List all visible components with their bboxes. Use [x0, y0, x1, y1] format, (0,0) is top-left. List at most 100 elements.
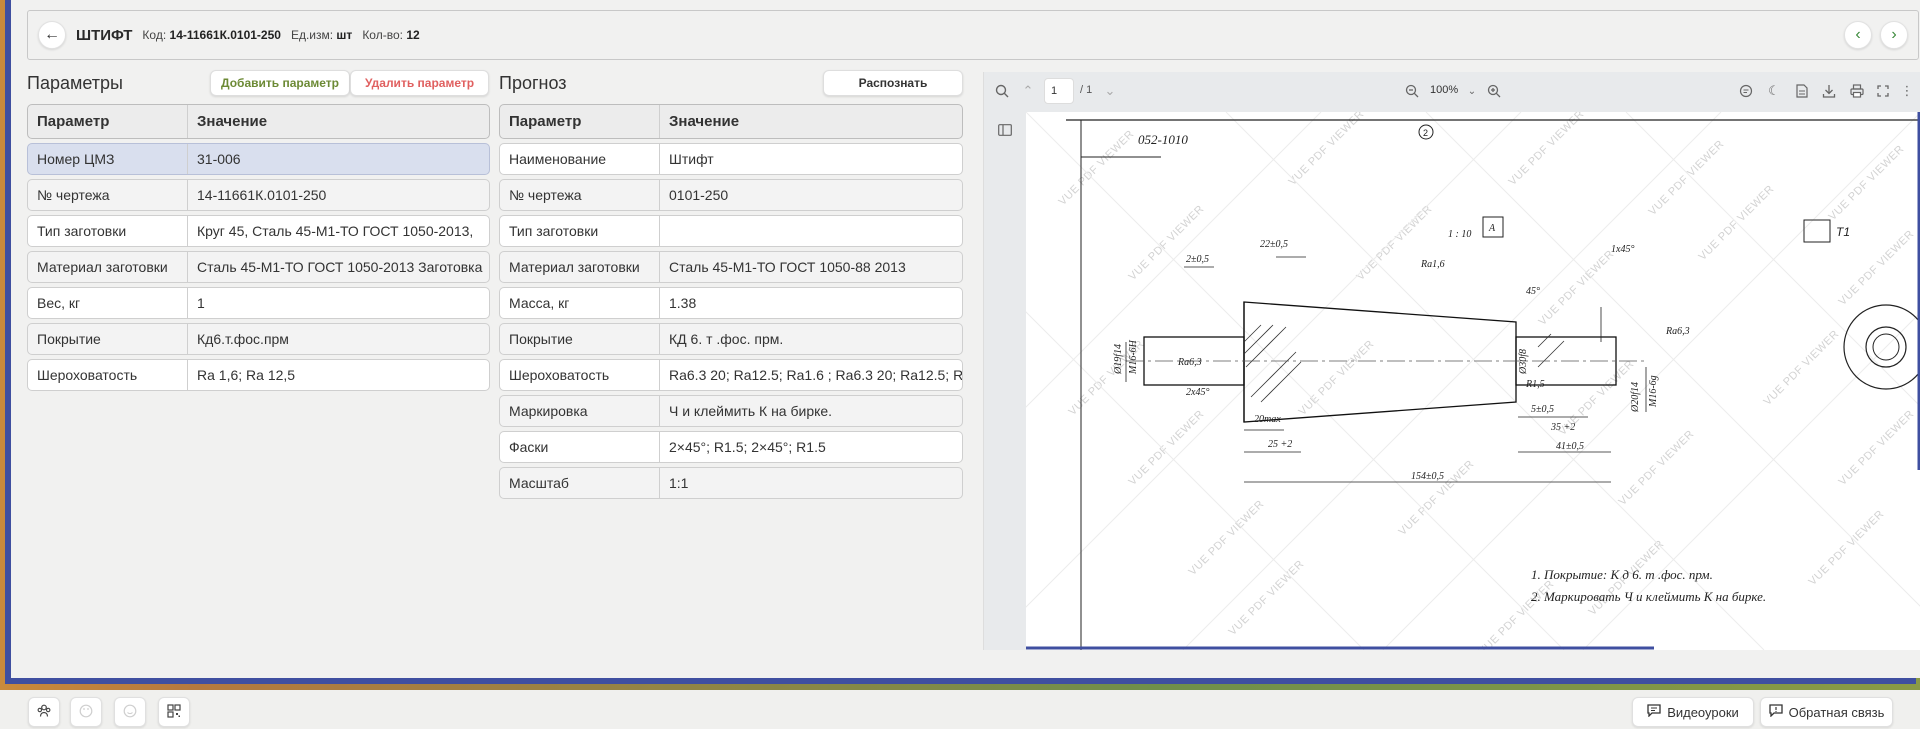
table-row[interactable]: Фаски 2×45°; R1.5; 2×45°; R1.5: [499, 431, 963, 463]
qr-button[interactable]: [158, 697, 190, 727]
download-icon[interactable]: [1819, 81, 1839, 101]
table-row[interactable]: Материал заготовки Сталь 45-М1-ТО ГОСТ 1…: [499, 251, 963, 283]
forecast-title: Прогноз: [499, 73, 567, 93]
col-value-header: Значение: [197, 113, 268, 130]
svg-text:25 +2: 25 +2: [1268, 439, 1292, 450]
page-total: / 1: [1080, 84, 1093, 96]
item-unit: Ед.изм: шт: [290, 28, 353, 42]
svg-text:Ø30f8: Ø30f8: [1518, 349, 1529, 375]
drawing-note-2: 2. Маркировать Ч и клеймить К на бирке.: [1531, 589, 1766, 604]
svg-text:1 : 10: 1 : 10: [1448, 229, 1471, 240]
drawing-circle-num: 2: [1423, 128, 1428, 138]
video-tutorials-button[interactable]: Видеоуроки: [1632, 697, 1754, 727]
col-param-header: Параметр: [28, 105, 188, 138]
drawing-stamp: 052-1010: [1138, 132, 1188, 147]
svg-text:5±0,5: 5±0,5: [1531, 404, 1554, 415]
feedback-icon: [1768, 704, 1783, 720]
arrow-left-icon: ←: [44, 26, 60, 43]
table-row[interactable]: Покрытие Кд6.т.фос.прм: [27, 323, 490, 355]
next-item-button[interactable]: ›: [1880, 21, 1908, 49]
chevron-right-icon: ›: [1891, 26, 1897, 43]
svg-text:M16-6g: M16-6g: [1648, 375, 1659, 408]
remove-param-button[interactable]: Удалить параметр: [350, 70, 489, 96]
chevron-down-icon[interactable]: ⌄: [1100, 81, 1120, 101]
table-row[interactable]: Шероховатость Ra6.3 20; Ra12.5; Ra1.6 ; …: [499, 359, 963, 391]
svg-text:20max: 20max: [1254, 414, 1281, 425]
palette-button[interactable]: [70, 697, 102, 727]
col-param-header: Параметр: [500, 105, 660, 138]
back-button[interactable]: ←: [38, 21, 66, 49]
emoji-button[interactable]: [114, 697, 146, 727]
svg-text:Ra1,6: Ra1,6: [1420, 259, 1445, 270]
moon-icon[interactable]: ☾: [1764, 81, 1784, 101]
users-icon: [37, 704, 51, 720]
palette-icon: [79, 704, 93, 721]
svg-text:22±0,5: 22±0,5: [1260, 239, 1288, 250]
table-row[interactable]: Номер ЦМЗ 31-006: [27, 143, 490, 175]
svg-text:M16-6H: M16-6H: [1128, 339, 1139, 375]
fullscreen-icon[interactable]: [1873, 81, 1893, 101]
more-icon[interactable]: ⋮: [1897, 81, 1917, 101]
svg-text:2±0,5: 2±0,5: [1186, 254, 1209, 265]
prev-item-button[interactable]: ‹: [1844, 21, 1872, 49]
table-row[interactable]: Тип заготовки: [499, 215, 963, 247]
sidebar-toggle-icon[interactable]: [995, 120, 1015, 140]
table-row[interactable]: Покрытие КД 6. т .фос. прм.: [499, 323, 963, 355]
zoom-in-icon[interactable]: [1484, 81, 1504, 101]
pdf-toolbar: ⌃ 1 / 1 ⌄ 100% ⌄ ☾ ⋮: [984, 72, 1920, 110]
chevron-down-icon[interactable]: ⌄: [1462, 81, 1482, 101]
pdf-viewer: ⌃ 1 / 1 ⌄ 100% ⌄ ☾ ⋮ VUE PDF VIEWER VUE …: [983, 72, 1920, 650]
table-row[interactable]: Шероховатость Ra 1,6; Ra 12,5: [27, 359, 490, 391]
table-row[interactable]: Наименование Штифт: [499, 143, 963, 175]
technical-drawing: 052-1010 2 1: 10 A 22±0,5 2±0,5 1х45° R…: [1026, 112, 1920, 650]
table-row[interactable]: Вес, кг 1: [27, 287, 490, 319]
print-icon[interactable]: [1847, 81, 1867, 101]
comment-icon[interactable]: [1736, 81, 1756, 101]
search-icon[interactable]: [992, 81, 1012, 101]
params-title: Параметры: [27, 73, 123, 93]
document-icon[interactable]: [1792, 81, 1812, 101]
drawing-note-1: 1. Покрытие: К д 6. т .фос. прм.: [1531, 567, 1713, 582]
pdf-page[interactable]: VUE PDF VIEWER VUE PDF VIEWER VUE PDF VI…: [1026, 112, 1920, 650]
main-panel: ← ШТИФТ Код: 14-11661К.0101-250 Ед.изм: …: [11, 0, 1920, 678]
table-row[interactable]: Масса, кг 1.38: [499, 287, 963, 319]
svg-text:45°: 45°: [1526, 286, 1540, 297]
table-row[interactable]: № чертежа 14-11661К.0101-250: [27, 179, 490, 211]
col-value-header: Значение: [669, 113, 740, 130]
smile-icon: [123, 704, 137, 721]
table-row[interactable]: Тип заготовки Круг 45, Сталь 45-М1-ТО ГО…: [27, 215, 490, 247]
chevron-up-icon[interactable]: ⌃: [1018, 81, 1038, 101]
svg-text:1х45°: 1х45°: [1611, 244, 1634, 255]
zoom-select[interactable]: 100%: [1430, 84, 1458, 96]
pdf-sidebar: [984, 110, 1026, 650]
forecast-table-header: Параметр Значение: [499, 104, 963, 139]
svg-text:Ø20f14: Ø20f14: [1630, 382, 1641, 413]
svg-text:35 +2: 35 +2: [1550, 422, 1575, 433]
chevron-left-icon: ‹: [1855, 26, 1861, 43]
svg-text:Ø19f14: Ø19f14: [1113, 344, 1124, 375]
table-row[interactable]: Материал заготовки Сталь 45-М1-ТО ГОСТ 1…: [27, 251, 490, 283]
recognize-button[interactable]: Распознать: [823, 70, 963, 96]
table-row[interactable]: № чертежа 0101-250: [499, 179, 963, 211]
params-table-header: Параметр Значение: [27, 104, 490, 139]
item-code: Код: 14-11661К.0101-250: [142, 28, 281, 42]
table-row[interactable]: Маркировка Ч и клеймить К на бирке.: [499, 395, 963, 427]
nav-buttons: ‹ ›: [1844, 21, 1908, 49]
item-title: ШТИФТ: [76, 26, 133, 44]
svg-text:41±0,5: 41±0,5: [1556, 441, 1584, 452]
svg-text:T1: T1: [1836, 225, 1850, 239]
svg-text:Ra6,3: Ra6,3: [1665, 326, 1690, 337]
item-qty: Кол-во: 12: [362, 28, 420, 42]
team-button[interactable]: [28, 697, 60, 727]
add-param-button[interactable]: Добавить параметр: [210, 70, 350, 96]
video-icon: [1647, 704, 1661, 720]
svg-text:R1,5: R1,5: [1525, 379, 1545, 390]
qr-code-icon: [167, 703, 181, 721]
page-number-input[interactable]: 1: [1044, 78, 1074, 104]
svg-text:A: A: [1488, 223, 1496, 234]
zoom-out-icon[interactable]: [1402, 81, 1422, 101]
feedback-button[interactable]: Обратная связь: [1760, 697, 1893, 727]
item-header: ← ШТИФТ Код: 14-11661К.0101-250 Ед.изм: …: [27, 10, 1919, 60]
table-row[interactable]: Масштаб 1:1: [499, 467, 963, 499]
svg-text:154±0,5: 154±0,5: [1411, 471, 1444, 482]
